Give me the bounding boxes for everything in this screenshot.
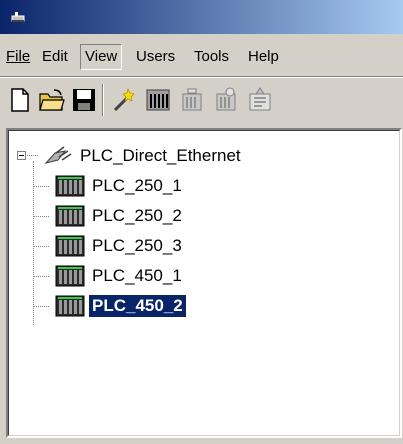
device-tree: PLC_Direct_Ethernet PLC_250_1 PLC_250_2 PL… [8, 130, 400, 436]
plc-icon [55, 234, 85, 258]
menu-file-label: File [6, 48, 31, 65]
menu-bar: File Edit View Users Tools Help [0, 42, 403, 72]
collapse-toggle[interactable] [17, 151, 26, 160]
plc-icon [55, 294, 85, 318]
menu-help[interactable]: Help [244, 45, 283, 69]
tree-node-label: PLC_450_1 [92, 266, 182, 285]
menu-view-label: View [85, 48, 118, 65]
menu-help-label: Help [248, 48, 279, 65]
plc-icon [55, 204, 85, 228]
properties-icon[interactable] [246, 86, 274, 114]
tree-connector [33, 246, 49, 247]
plc-icon [55, 264, 85, 288]
menu-tools-label: Tools [194, 48, 230, 65]
app-window: File Edit View Users Tools Help PLC_Dire… [0, 0, 403, 444]
ethernet-network-icon [44, 146, 72, 164]
tree-node-label: PLC_250_1 [92, 176, 182, 195]
tree-root-label: PLC_Direct_Ethernet [80, 146, 241, 165]
menu-view[interactable]: View [80, 44, 123, 70]
tree-node-plc[interactable]: PLC_450_2 [55, 294, 295, 318]
menu-file[interactable]: File [2, 45, 34, 69]
tree-root-node[interactable]: PLC_Direct_Ethernet [39, 145, 379, 167]
tree-node-plc[interactable]: PLC_450_1 [55, 265, 295, 287]
new-file-icon[interactable] [6, 86, 34, 114]
save-icon[interactable] [70, 86, 98, 114]
toolbar-separator [102, 84, 104, 116]
toolbar [0, 80, 403, 118]
title-bar[interactable] [0, 0, 403, 34]
plc-icon [55, 174, 85, 198]
menu-edit-label: Edit [42, 48, 68, 65]
open-folder-icon[interactable] [38, 86, 66, 114]
tree-node-plc[interactable]: PLC_250_1 [55, 175, 295, 197]
tree-connector [33, 306, 49, 307]
tree-connector [33, 276, 49, 277]
menu-tools[interactable]: Tools [190, 45, 233, 69]
device-tree-panel[interactable]: PLC_Direct_Ethernet PLC_250_1 PLC_250_2 PL… [6, 128, 402, 438]
app-icon[interactable] [10, 9, 26, 23]
tree-node-label-selected: PLC_450_2 [88, 294, 187, 318]
tree-node-plc[interactable]: PLC_250_3 [55, 235, 295, 257]
tree-node-label: PLC_250_2 [92, 206, 182, 225]
plc-remove-icon[interactable] [212, 86, 240, 114]
tree-connector [33, 186, 49, 187]
menu-users-label: Users [136, 48, 176, 65]
menu-users[interactable]: Users [132, 45, 179, 69]
plc-add-icon[interactable] [178, 86, 206, 114]
tree-connector [33, 216, 49, 217]
menu-edit[interactable]: Edit [38, 45, 72, 69]
plc-device-icon[interactable] [144, 86, 172, 114]
tree-node-plc[interactable]: PLC_250_2 [55, 205, 295, 227]
toolbar-divider [0, 76, 403, 78]
wizard-icon[interactable] [110, 86, 138, 114]
tree-node-label: PLC_250_3 [92, 236, 182, 255]
